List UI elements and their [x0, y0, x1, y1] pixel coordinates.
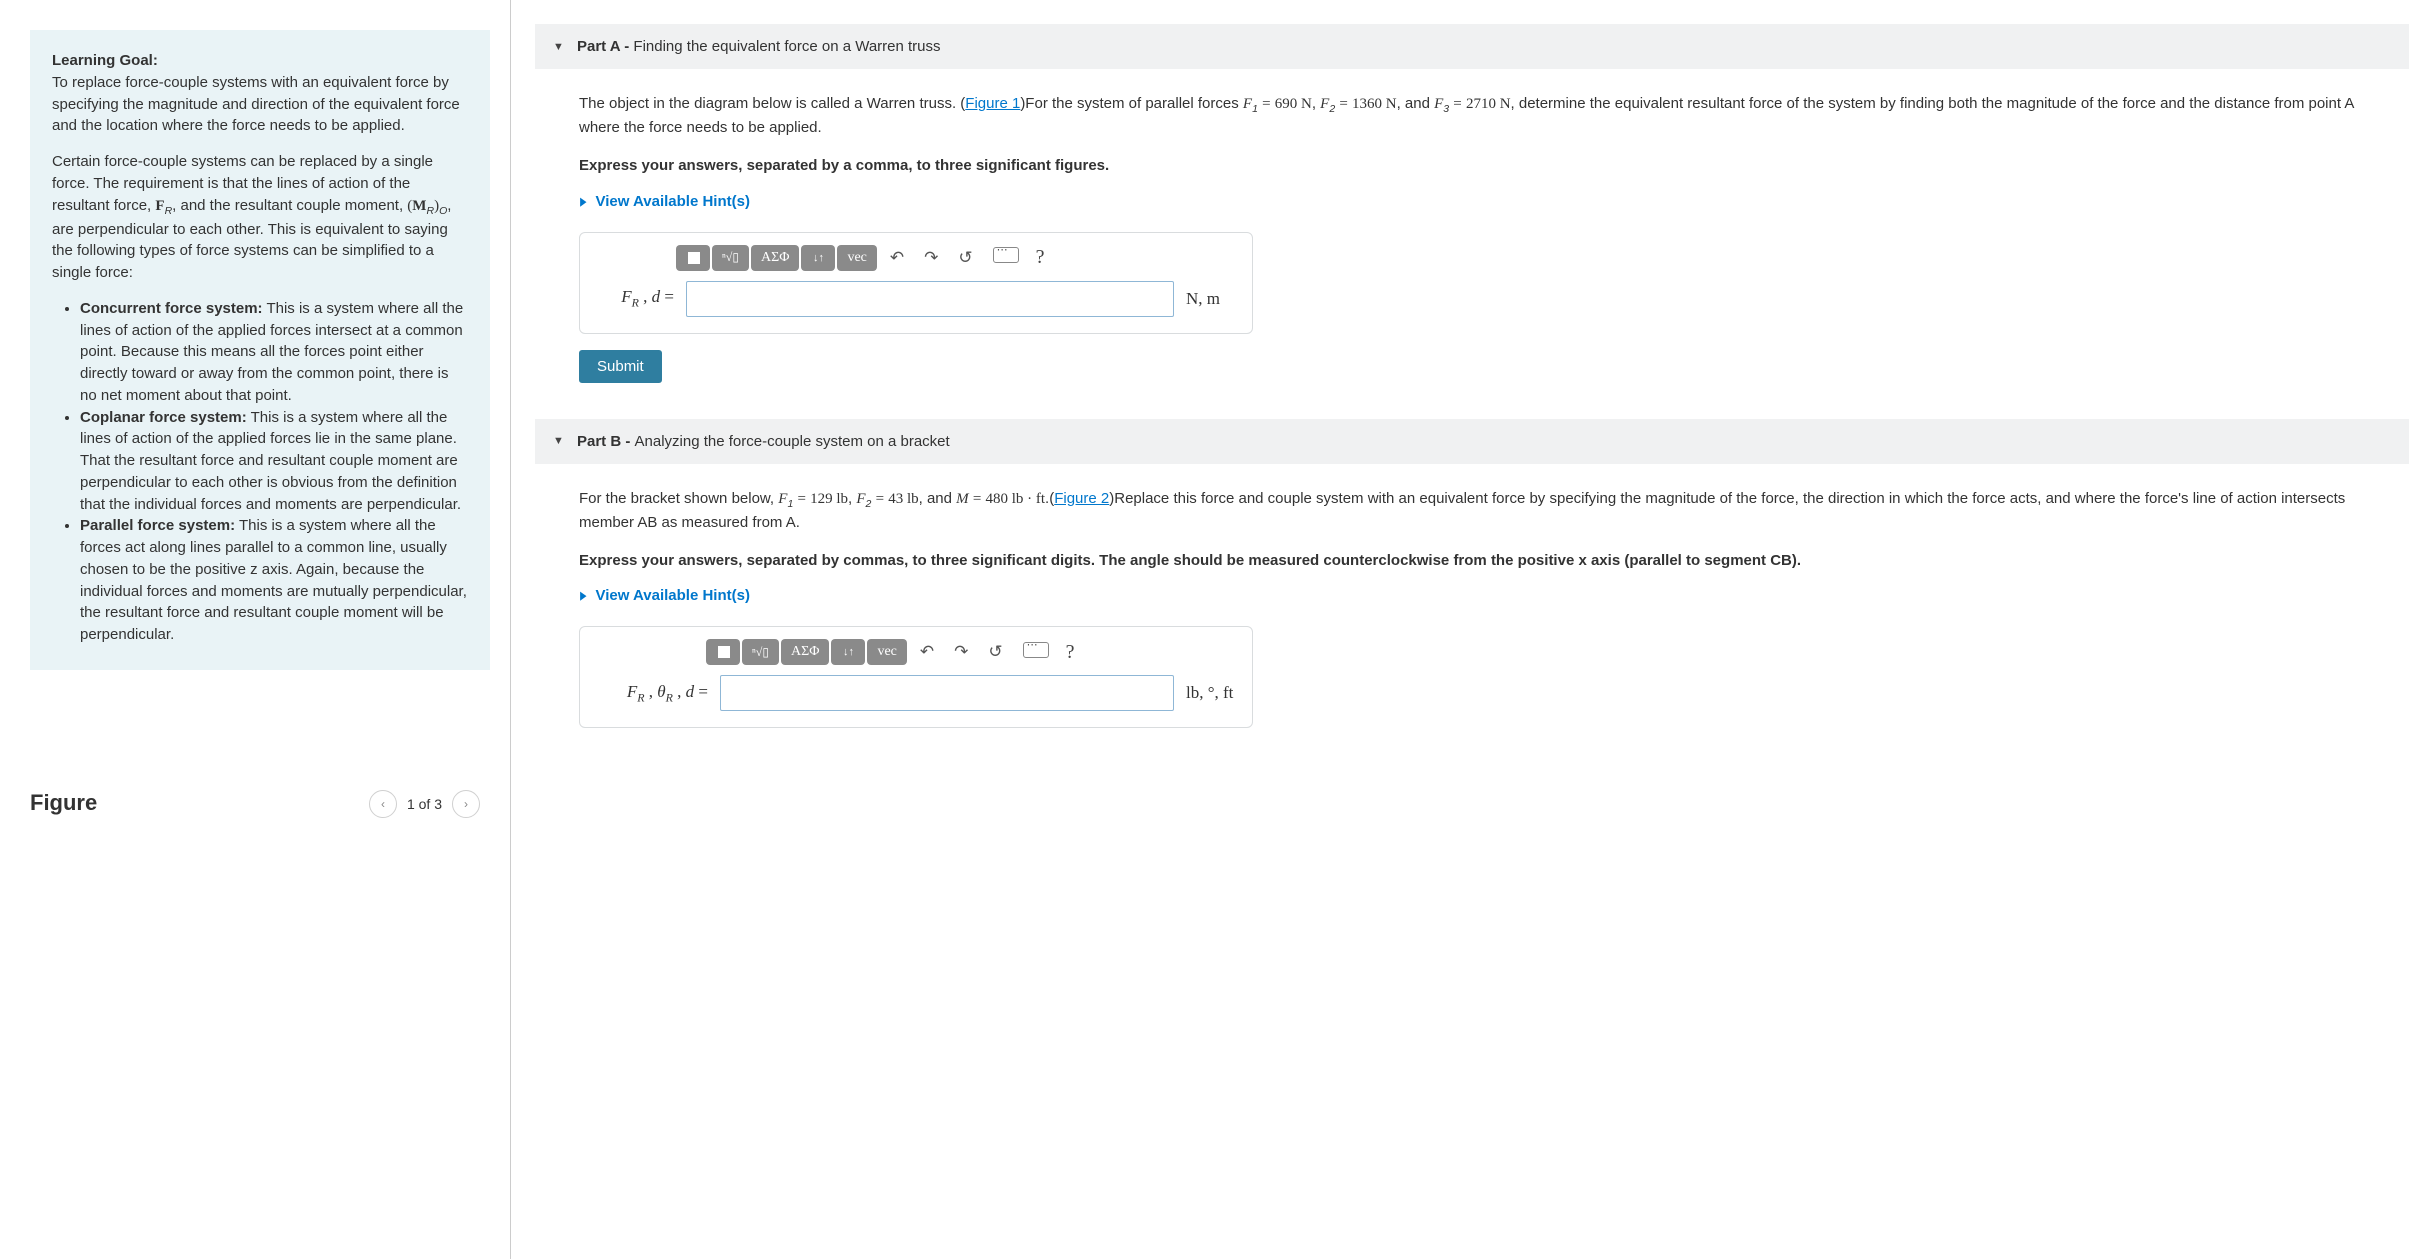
figure-nav-label: 1 of 3 — [407, 796, 442, 812]
part-b-title: Part B - Analyzing the force-couple syst… — [577, 433, 950, 450]
figure-1-link[interactable]: Figure 1 — [965, 95, 1020, 112]
part-b-title-rest: Analyzing the force-couple system on a b… — [635, 433, 950, 450]
part-a-description: The object in the diagram below is calle… — [579, 93, 2383, 139]
figure-nav: ‹ 1 of 3 › — [369, 790, 480, 818]
undo-icon[interactable]: ↶ — [913, 642, 941, 662]
answer-row: FR , θR , d = lb, °, ft — [596, 675, 1236, 711]
figure-prev-button[interactable]: ‹ — [369, 790, 397, 818]
subscript-button[interactable]: ↓↑ — [831, 639, 865, 665]
answer-input[interactable] — [686, 281, 1174, 317]
radical-button[interactable]: ⁿ√▯ — [742, 639, 779, 665]
reset-icon[interactable]: ↺ — [981, 642, 1009, 662]
learning-goal-text: To replace force-couple systems with an … — [52, 74, 460, 135]
answer-row: FR , d = N, m — [596, 281, 1236, 317]
txt: For the bracket shown below, — [579, 490, 778, 507]
f1-value: 129 lb — [810, 491, 848, 507]
learning-goal-box: Learning Goal: To replace force-couple s… — [30, 30, 490, 670]
view-hints-link[interactable]: ▶ View Available Hint(s) — [579, 587, 2383, 604]
answer-label: FR , θR , d = — [596, 682, 708, 705]
txt: .( — [1045, 490, 1054, 507]
undo-icon[interactable]: ↶ — [883, 248, 911, 268]
vector-button[interactable]: vec — [867, 639, 906, 665]
list-item-title: Parallel force system: — [80, 517, 235, 534]
part-b-answer-box: ⁿ√▯ ΑΣΦ ↓↑ vec ↶ ↷ ↺ ? FR , θR , d = lb,… — [579, 626, 1253, 728]
list-item: Concurrent force system: This is a syste… — [80, 298, 468, 407]
equation-toolbar: ⁿ√▯ ΑΣΦ ↓↑ vec ↶ ↷ ↺ ? — [676, 245, 1236, 271]
part-a-header[interactable]: ▼ Part A - Finding the equivalent force … — [535, 24, 2409, 69]
radical-button[interactable]: ⁿ√▯ — [712, 245, 749, 271]
part-a-title-bold: Part A - — [577, 38, 633, 55]
part-a-body: The object in the diagram below is calle… — [535, 93, 2409, 383]
right-column: ▼ Part A - Finding the equivalent force … — [510, 0, 2409, 1259]
part-a-express: Express your answers, separated by a com… — [579, 155, 2383, 177]
part-b-express: Express your answers, separated by comma… — [579, 550, 2383, 572]
vector-button[interactable]: vec — [837, 245, 876, 271]
part-a-answer-box: ⁿ√▯ ΑΣΦ ↓↑ vec ↶ ↷ ↺ ? FR , d = N, m — [579, 232, 1253, 334]
greek-button[interactable]: ΑΣΦ — [781, 639, 830, 665]
f3-value: 2710 N — [1466, 96, 1511, 112]
learning-goal-para2: Certain force-couple systems can be repl… — [52, 151, 468, 284]
keyboard-icon[interactable] — [1016, 642, 1056, 663]
answer-units: N, m — [1186, 289, 1236, 309]
expand-caret-icon: ▶ — [580, 589, 586, 602]
f2-value: 43 lb — [888, 491, 918, 507]
figure-next-button[interactable]: › — [452, 790, 480, 818]
part-a-title-rest: Finding the equivalent force on a Warren… — [633, 38, 940, 55]
view-hints-link[interactable]: ▶ View Available Hint(s) — [579, 193, 2383, 210]
keyboard-icon[interactable] — [986, 247, 1026, 268]
learning-goal-label: Learning Goal: — [52, 52, 158, 69]
list-item-body: This is a system where all the forces ac… — [80, 517, 467, 643]
express-text: Express your answers, separated by comma… — [579, 552, 1801, 569]
list-item: Coplanar force system: This is a system … — [80, 407, 468, 516]
txt: The object in the diagram below is calle… — [579, 95, 965, 112]
f2-value: 1360 N — [1352, 96, 1397, 112]
redo-icon[interactable]: ↷ — [917, 248, 945, 268]
hints-label: View Available Hint(s) — [595, 193, 750, 210]
part-b-header[interactable]: ▼ Part B - Analyzing the force-couple sy… — [535, 419, 2409, 464]
subscript-button[interactable]: ↓↑ — [801, 245, 835, 271]
help-icon[interactable]: ? — [1066, 641, 1075, 664]
left-column: Learning Goal: To replace force-couple s… — [0, 0, 510, 1259]
force-system-list: Concurrent force system: This is a syste… — [52, 298, 468, 646]
hints-label: View Available Hint(s) — [595, 587, 750, 604]
expand-caret-icon: ▶ — [580, 195, 586, 208]
m-value: 480 lb · ft — [985, 491, 1045, 507]
list-item: Parallel force system: This is a system … — [80, 515, 468, 646]
submit-button[interactable]: Submit — [579, 350, 662, 383]
help-icon[interactable]: ? — [1036, 246, 1045, 269]
txt: , and — [1397, 95, 1435, 112]
answer-units: lb, °, ft — [1186, 683, 1236, 703]
collapse-caret-icon[interactable]: ▼ — [553, 435, 563, 447]
part-a-title: Part A - Finding the equivalent force on… — [577, 38, 941, 55]
part-b-description: For the bracket shown below, F1 = 129 lb… — [579, 488, 2383, 534]
equation-toolbar: ⁿ√▯ ΑΣΦ ↓↑ vec ↶ ↷ ↺ ? — [706, 639, 1236, 665]
template-button[interactable] — [676, 245, 710, 271]
part-b-body: For the bracket shown below, F1 = 129 lb… — [535, 488, 2409, 729]
greek-button[interactable]: ΑΣΦ — [751, 245, 800, 271]
template-button[interactable] — [706, 639, 740, 665]
answer-input[interactable] — [720, 675, 1174, 711]
figure-block: Figure ‹ 1 of 3 › — [30, 790, 480, 816]
redo-icon[interactable]: ↷ — [947, 642, 975, 662]
reset-icon[interactable]: ↺ — [951, 248, 979, 268]
f1-value: 690 N — [1275, 96, 1312, 112]
list-item-title: Coplanar force system: — [80, 409, 247, 426]
answer-label: FR , d = — [596, 287, 674, 310]
txt: )For the system of parallel forces — [1020, 95, 1243, 112]
para2-mid1: , and the resultant couple moment, — [172, 197, 407, 214]
figure-2-link[interactable]: Figure 2 — [1054, 490, 1109, 507]
collapse-caret-icon[interactable]: ▼ — [553, 41, 563, 53]
part-b-title-bold: Part B - — [577, 433, 635, 450]
list-item-title: Concurrent force system: — [80, 300, 263, 317]
